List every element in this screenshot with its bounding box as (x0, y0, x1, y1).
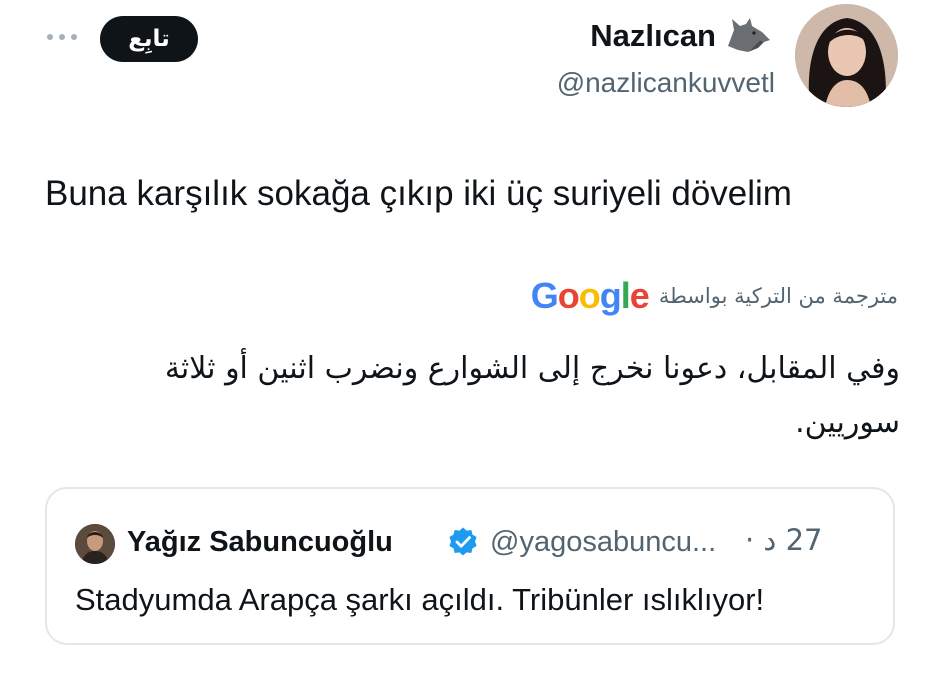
quoted-tweet-text: Stadyumda Arapça şarkı açıldı. Tribünler… (75, 582, 765, 617)
translated-by-label[interactable]: مترجمة من التركية بواسطة (659, 284, 898, 308)
wolf-icon (724, 16, 772, 54)
author-handle[interactable]: @nazlicankuvvetl (557, 66, 775, 100)
quoted-author-avatar[interactable] (75, 524, 115, 564)
tweet-text: Buna karşılık sokağa çıkıp iki üç suriye… (45, 174, 792, 213)
quoted-tweet-time[interactable]: 27 د · (745, 522, 822, 558)
display-name[interactable]: Nazlıcan (590, 18, 716, 54)
follow-button[interactable]: تابِع (100, 16, 198, 62)
author-avatar[interactable] (795, 4, 898, 107)
quoted-tweet-card[interactable] (45, 487, 895, 645)
google-logo: Google (530, 275, 650, 316)
translation-attribution: Google مترجمة من التركية بواسطة (531, 276, 898, 316)
quoted-author-name[interactable]: Yağız Sabuncuoğlu (127, 524, 393, 560)
quoted-author-handle[interactable]: @yagosabuncu... (490, 524, 716, 560)
translation-text: وفي المقابل، دعونا نخرج إلى الشوارع ونضر… (164, 351, 900, 440)
verified-badge-icon (447, 526, 479, 558)
ellipsis-icon[interactable] (44, 24, 80, 50)
